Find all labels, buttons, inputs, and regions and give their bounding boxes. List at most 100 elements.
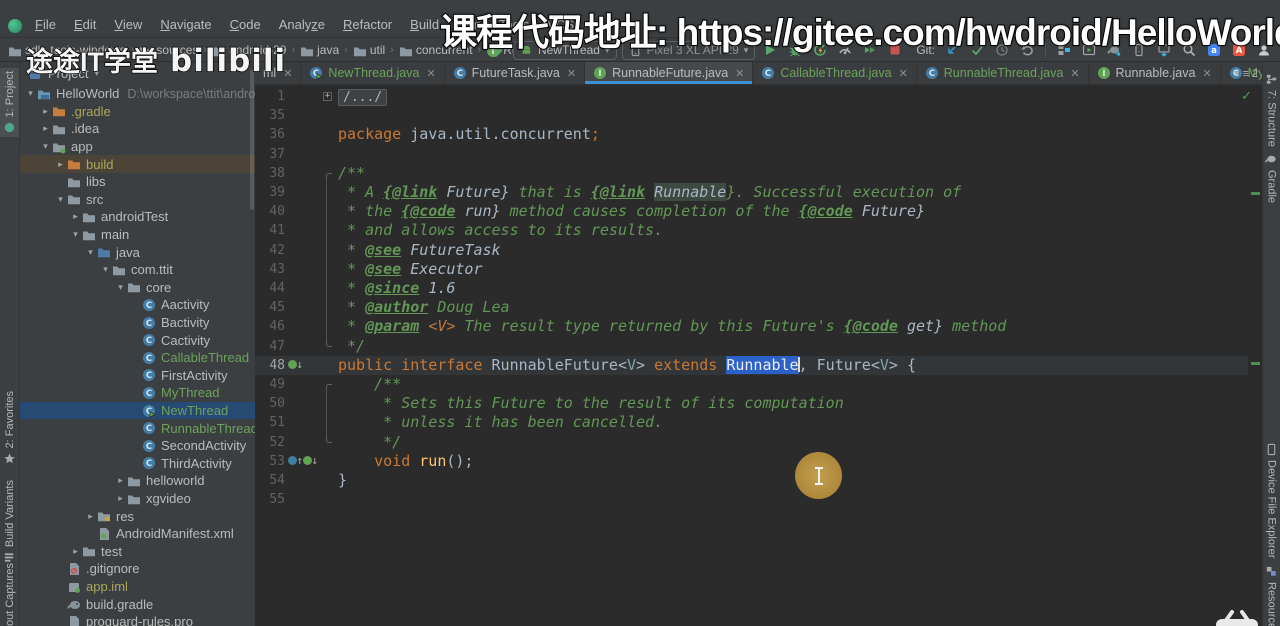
tree-item-secondactivity[interactable]: C SecondActivity (20, 437, 255, 455)
tree-item--idea[interactable]: ▸ .idea (20, 120, 255, 138)
breadcrumb-java[interactable]: java (298, 43, 341, 57)
tree-item-test[interactable]: ▸ test (20, 543, 255, 561)
code-line-47[interactable]: 47 */ (255, 337, 1248, 356)
code-line-42[interactable]: 42 * @see FutureTask (255, 241, 1248, 260)
tree-item-helloworld[interactable]: ▾ HelloWorld D:\workspace\ttit\android\H (20, 85, 255, 103)
close-icon[interactable]: ✕ (735, 67, 744, 80)
tool-stripe-device-file-explorer[interactable]: Device File Explorer (1263, 440, 1280, 561)
tree-toggle-icon[interactable]: ▾ (39, 141, 52, 152)
override-up-gutter-icon[interactable]: ↑ (288, 454, 303, 468)
menu-refactor[interactable]: Refactor (334, 14, 401, 36)
project-tree-scrollbar[interactable] (250, 70, 254, 210)
tool-stripe-2-favorites[interactable]: 2: Favorites (0, 388, 19, 468)
tree-item-androidmanifest-xml[interactable]: AndroidManifest.xml (20, 525, 255, 543)
tree-item-bactivity[interactable]: C Bactivity (20, 314, 255, 332)
tree-item-xgvideo[interactable]: ▸ xgvideo (20, 490, 255, 508)
tree-item-app[interactable]: ▾ app (20, 138, 255, 156)
code-line-51[interactable]: 51 * unless it has been cancelled. (255, 413, 1248, 432)
tab-runnablethread-java[interactable]: C RunnableThread.java ✕ (917, 62, 1089, 84)
code-line-38[interactable]: 38 /** (255, 164, 1248, 183)
menu-file[interactable]: File (26, 14, 65, 36)
menu-edit[interactable]: Edit (65, 14, 105, 36)
code-editor[interactable]: 1 +/.../ 35 36 package java.util.concurrent;… (255, 85, 1248, 626)
tree-toggle-icon[interactable]: ▾ (24, 88, 37, 99)
tab-runnable-java[interactable]: I Runnable.java ✕ (1089, 62, 1221, 84)
code-line-40[interactable]: 40 * the {@code run} method causes compl… (255, 202, 1248, 221)
fold-marker[interactable] (322, 375, 334, 394)
tree-toggle-icon[interactable]: ▸ (39, 106, 52, 117)
code-line-50[interactable]: 50 * Sets this Future to the result of i… (255, 394, 1248, 413)
fold-marker[interactable] (322, 433, 334, 452)
close-icon[interactable]: ✕ (1070, 67, 1079, 80)
code-line-36[interactable]: 36 package java.util.concurrent; (255, 125, 1248, 144)
tool-stripe-build-variants[interactable]: Build Variants (0, 477, 19, 567)
code-line-43[interactable]: 43 * @see Executor (255, 260, 1248, 279)
menu-code[interactable]: Code (221, 14, 270, 36)
tree-toggle-icon[interactable]: ▾ (54, 194, 67, 205)
tab-runnablefuture-java[interactable]: I RunnableFuture.java ✕ (585, 62, 754, 84)
impl-down-gutter-icon[interactable]: ↓ (288, 358, 303, 372)
tool-stripe-layout-captures[interactable]: Layout Captures (0, 560, 19, 626)
tab-futuretask-java[interactable]: C FutureTask.java ✕ (445, 62, 586, 84)
tree-toggle-icon[interactable]: ▸ (114, 493, 127, 504)
tree-item-thirdactivity[interactable]: C ThirdActivity (20, 455, 255, 473)
tool-stripe-1-project[interactable]: 1: Project (0, 68, 19, 138)
tree-item-java[interactable]: ▾ java (20, 243, 255, 261)
fold-marker[interactable]: + (322, 87, 334, 106)
tree-toggle-icon[interactable]: ▾ (84, 247, 97, 258)
tree-toggle-icon[interactable]: ▾ (114, 282, 127, 293)
menu-navigate[interactable]: Navigate (151, 14, 220, 36)
fold-marker[interactable] (322, 164, 334, 183)
menu-analyze[interactable]: Analyze (270, 14, 334, 36)
tool-stripe-gradle[interactable]: Gradle (1263, 150, 1280, 206)
tree-item-androidtest[interactable]: ▸ androidTest (20, 208, 255, 226)
menu-view[interactable]: View (105, 14, 151, 36)
close-icon[interactable]: ✕ (567, 67, 576, 80)
tree-toggle-icon[interactable]: ▸ (114, 475, 127, 486)
tree-item-callablethread[interactable]: C CallableThread (20, 349, 255, 367)
tree-item-com-ttit[interactable]: ▾ com.ttit (20, 261, 255, 279)
close-icon[interactable]: ✕ (426, 67, 435, 80)
code-line-44[interactable]: 44 * @since 1.6 (255, 279, 1248, 298)
code-line-53[interactable]: 53 ↑ ↓ void run(); (255, 452, 1248, 471)
tree-item-mythread[interactable]: C MyThread (20, 384, 255, 402)
breadcrumb-util[interactable]: util (351, 43, 387, 57)
tree-item-aactivity[interactable]: C Aactivity (20, 296, 255, 314)
code-line-55[interactable]: 55 (255, 490, 1248, 509)
editor-area[interactable]: ml ✕ C NewThread.java ✕ C FutureTask.java ✕ I Run… (255, 62, 1280, 626)
tree-toggle-icon[interactable]: ▸ (54, 159, 67, 170)
hidden-tabs-button[interactable]: ▾ ≡ 2 (1234, 62, 1258, 85)
code-line-1[interactable]: 1 +/.../ (255, 87, 1248, 106)
code-line-48[interactable]: 48 ↓ public interface RunnableFuture<V> ex… (255, 355, 1248, 375)
tree-toggle-icon[interactable]: ▾ (69, 229, 82, 240)
code-line-52[interactable]: 52 */ (255, 433, 1248, 452)
tree-item-newthread[interactable]: C NewThread (20, 401, 255, 420)
tree-item-libs[interactable]: libs (20, 173, 255, 191)
tree-item-cactivity[interactable]: C Cactivity (20, 331, 255, 349)
tree-item-res[interactable]: ▸ res (20, 507, 255, 525)
tree-item-firstactivity[interactable]: C FirstActivity (20, 367, 255, 385)
tree-toggle-icon[interactable]: ▸ (69, 546, 82, 557)
tree-toggle-icon[interactable]: ▾ (99, 264, 112, 275)
fold-marker[interactable] (322, 337, 334, 356)
tree-item-proguard-rules-pro[interactable]: proguard-rules.pro (20, 613, 255, 626)
tree-item-build-gradle[interactable]: build.gradle (20, 595, 255, 613)
tree-item-build[interactable]: ▸ build (20, 155, 255, 173)
tab-newthread-java[interactable]: C NewThread.java ✕ (301, 62, 445, 84)
tool-stripe-resource-manager[interactable]: Resource Manager (1263, 562, 1280, 626)
tab-callablethread-java[interactable]: C CallableThread.java ✕ (753, 62, 917, 84)
tree-item-runnablethread[interactable]: C RunnableThread (20, 419, 255, 437)
tree-item-helloworld[interactable]: ▸ helloworld (20, 472, 255, 490)
code-line-37[interactable]: 37 (255, 145, 1248, 164)
code-line-41[interactable]: 41 * and allows access to its results. (255, 221, 1248, 240)
code-line-45[interactable]: 45 * @author Doug Lea (255, 298, 1248, 317)
code-line-35[interactable]: 35 (255, 106, 1248, 125)
tree-item-app-iml[interactable]: app.iml (20, 578, 255, 596)
tree-item--gradle[interactable]: ▸ .gradle (20, 103, 255, 121)
tree-toggle-icon[interactable]: ▸ (69, 211, 82, 222)
close-icon[interactable]: ✕ (899, 67, 908, 80)
code-line-49[interactable]: 49 /** (255, 375, 1248, 394)
impl-down-gutter-icon[interactable]: ↓ (303, 454, 318, 468)
tree-item-core[interactable]: ▾ core (20, 279, 255, 297)
tree-item-src[interactable]: ▾ src (20, 191, 255, 209)
